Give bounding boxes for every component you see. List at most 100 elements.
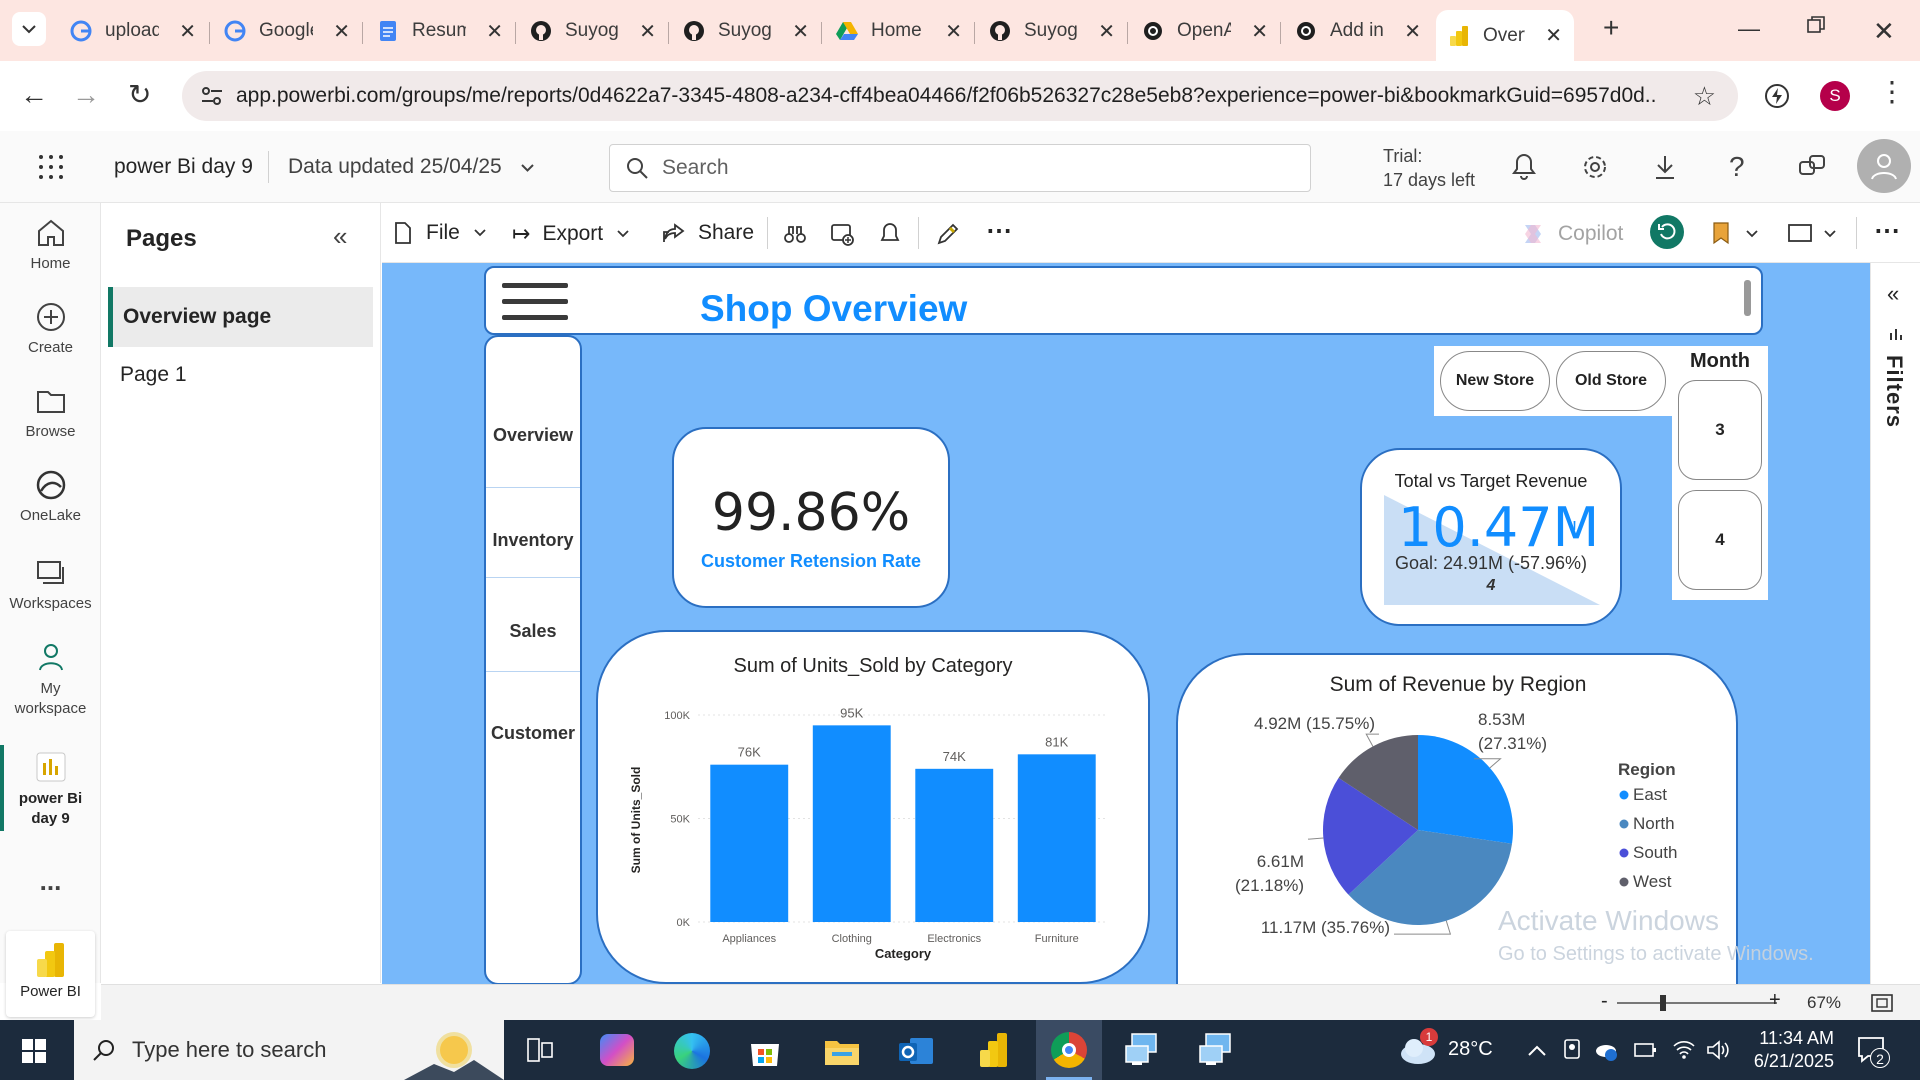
subscribe-bell-icon[interactable]: [880, 222, 900, 246]
powerbi-app-icon[interactable]: [980, 1032, 1008, 1068]
legend-item[interactable]: West: [1633, 872, 1672, 891]
zoom-out-button[interactable]: -: [1601, 990, 1608, 1013]
page-item-page-1[interactable]: Page 1: [120, 363, 187, 387]
file-explorer-icon[interactable]: [824, 1036, 860, 1066]
chevron-down-icon[interactable]: [1746, 230, 1758, 238]
back-button[interactable]: ←: [20, 79, 48, 111]
legend-item[interactable]: East: [1633, 785, 1667, 804]
share-button[interactable]: Share: [662, 221, 754, 245]
store-app-icon[interactable]: [748, 1034, 782, 1068]
nav-current-report[interactable]: power Bi day 9: [0, 751, 101, 829]
fit-to-page-icon[interactable]: [1871, 994, 1893, 1012]
zoom-slider-thumb[interactable]: [1660, 995, 1666, 1011]
settings-gear-icon[interactable]: [1582, 154, 1608, 180]
close-tab-icon[interactable]: ✕: [639, 19, 656, 44]
close-tab-icon[interactable]: ✕: [179, 19, 196, 44]
browser-tab[interactable]: Overview ✕: [1436, 10, 1574, 61]
outlook-app-icon[interactable]: [898, 1034, 934, 1068]
search-box[interactable]: Search: [609, 144, 1311, 192]
nav-create[interactable]: Create: [0, 301, 101, 356]
chrome-app-active[interactable]: [1036, 1020, 1102, 1080]
zoom-in-button[interactable]: +: [1769, 989, 1781, 1012]
browser-tab[interactable]: Resume ✕: [365, 10, 515, 52]
browser-tab[interactable]: Suyog ✕: [518, 10, 668, 52]
edge-app-icon[interactable]: [674, 1033, 710, 1069]
close-tab-icon[interactable]: ✕: [1251, 19, 1268, 44]
reset-button[interactable]: [1650, 215, 1684, 249]
bookmark-icon[interactable]: [1712, 221, 1730, 245]
nav-onelake[interactable]: OneLake: [0, 469, 101, 524]
close-tab-icon[interactable]: ✕: [1404, 19, 1421, 44]
trial-status[interactable]: Trial: 17 days left: [1383, 144, 1475, 192]
nav-workspaces[interactable]: Workspaces: [0, 557, 101, 612]
zoom-slider[interactable]: [1617, 1002, 1777, 1004]
export-menu-button[interactable]: ↦ Export: [512, 221, 629, 247]
scrollbar[interactable]: [1744, 280, 1751, 316]
close-tab-icon[interactable]: ✕: [1098, 19, 1115, 44]
nav-button-customer[interactable]: Customer: [486, 723, 580, 744]
meet-now-icon[interactable]: [1562, 1038, 1582, 1062]
bar[interactable]: [710, 764, 789, 922]
copilot-button[interactable]: Copilot: [1520, 221, 1623, 247]
expand-filters-icon[interactable]: «: [1887, 281, 1899, 307]
bookmark-star-icon[interactable]: ☆: [1693, 81, 1716, 112]
browser-tab[interactable]: Suyog ✕: [671, 10, 821, 52]
clock[interactable]: 11:34 AM 6/21/2025: [1748, 1027, 1834, 1073]
close-tab-icon[interactable]: ✕: [486, 19, 503, 44]
chevron-down-icon[interactable]: [1824, 230, 1836, 238]
edit-pencil-icon[interactable]: [935, 221, 961, 247]
zoom-level[interactable]: 67%: [1807, 993, 1841, 1013]
month-item-4[interactable]: 4: [1678, 490, 1762, 590]
data-updated-label[interactable]: Data updated 25/04/25: [288, 155, 502, 179]
close-tab-icon[interactable]: ✕: [945, 19, 962, 44]
forward-button[interactable]: →: [72, 79, 100, 111]
minimize-button[interactable]: —: [1738, 16, 1760, 42]
reload-button[interactable]: ↻: [128, 78, 151, 111]
close-window-button[interactable]: ✕: [1873, 16, 1895, 47]
legend-item[interactable]: North: [1633, 814, 1675, 833]
battery-icon[interactable]: [1634, 1040, 1658, 1060]
performance-icon[interactable]: [1764, 83, 1790, 109]
chevron-up-icon[interactable]: [1528, 1044, 1546, 1056]
remote-desktop-icon[interactable]: [1124, 1032, 1162, 1068]
close-tab-icon[interactable]: ✕: [1545, 23, 1562, 48]
month-item-3[interactable]: 3: [1678, 380, 1762, 480]
chevron-down-icon[interactable]: [521, 164, 534, 172]
remote-desktop-icon[interactable]: [1198, 1032, 1236, 1068]
new-store-button[interactable]: New Store: [1440, 351, 1550, 411]
bar[interactable]: [1017, 754, 1096, 922]
omnibox[interactable]: app.powerbi.com/groups/me/reports/0d4622…: [182, 71, 1738, 121]
new-tab-button[interactable]: +: [1603, 12, 1619, 44]
powerbi-switcher[interactable]: Power BI: [6, 931, 95, 1017]
nav-button-overview[interactable]: Overview: [486, 425, 580, 446]
browser-tab[interactable]: Add in ✕: [1283, 10, 1433, 52]
workspace-name[interactable]: power Bi day 9: [114, 155, 253, 179]
binoculars-icon[interactable]: [784, 224, 806, 244]
profile-avatar[interactable]: S: [1820, 81, 1850, 111]
close-tab-icon[interactable]: ✕: [333, 19, 350, 44]
collapse-pages-icon[interactable]: «: [333, 221, 347, 252]
page-item-overview[interactable]: Overview page: [108, 287, 373, 347]
nav-home[interactable]: Home: [0, 217, 101, 272]
browser-tab[interactable]: OpenAI ✕: [1130, 10, 1280, 52]
legend-item[interactable]: South: [1633, 843, 1677, 862]
site-settings-icon[interactable]: [200, 85, 224, 107]
feedback-icon[interactable]: [1798, 154, 1826, 180]
comment-add-icon[interactable]: [830, 222, 854, 246]
restore-button[interactable]: [1807, 16, 1825, 34]
nav-button-sales[interactable]: Sales: [486, 621, 580, 642]
url-text[interactable]: app.powerbi.com/groups/me/reports/0d4622…: [236, 84, 1656, 108]
bar[interactable]: [812, 725, 891, 922]
download-icon[interactable]: [1654, 154, 1676, 180]
browser-tab[interactable]: Home ✕: [824, 10, 974, 52]
task-view-icon[interactable]: [527, 1038, 553, 1062]
weather-widget[interactable]: 1 28°C: [1398, 1028, 1493, 1066]
browser-tab[interactable]: upload ✕: [58, 10, 208, 52]
nav-browse[interactable]: Browse: [0, 385, 101, 440]
hamburger-menu-icon[interactable]: [502, 280, 568, 324]
notification-center[interactable]: 2: [1856, 1034, 1890, 1068]
old-store-button[interactable]: Old Store: [1556, 351, 1666, 411]
app-launcher-icon[interactable]: [38, 154, 64, 180]
taskbar-search[interactable]: Type here to search: [74, 1020, 504, 1080]
account-avatar[interactable]: [1857, 139, 1911, 193]
